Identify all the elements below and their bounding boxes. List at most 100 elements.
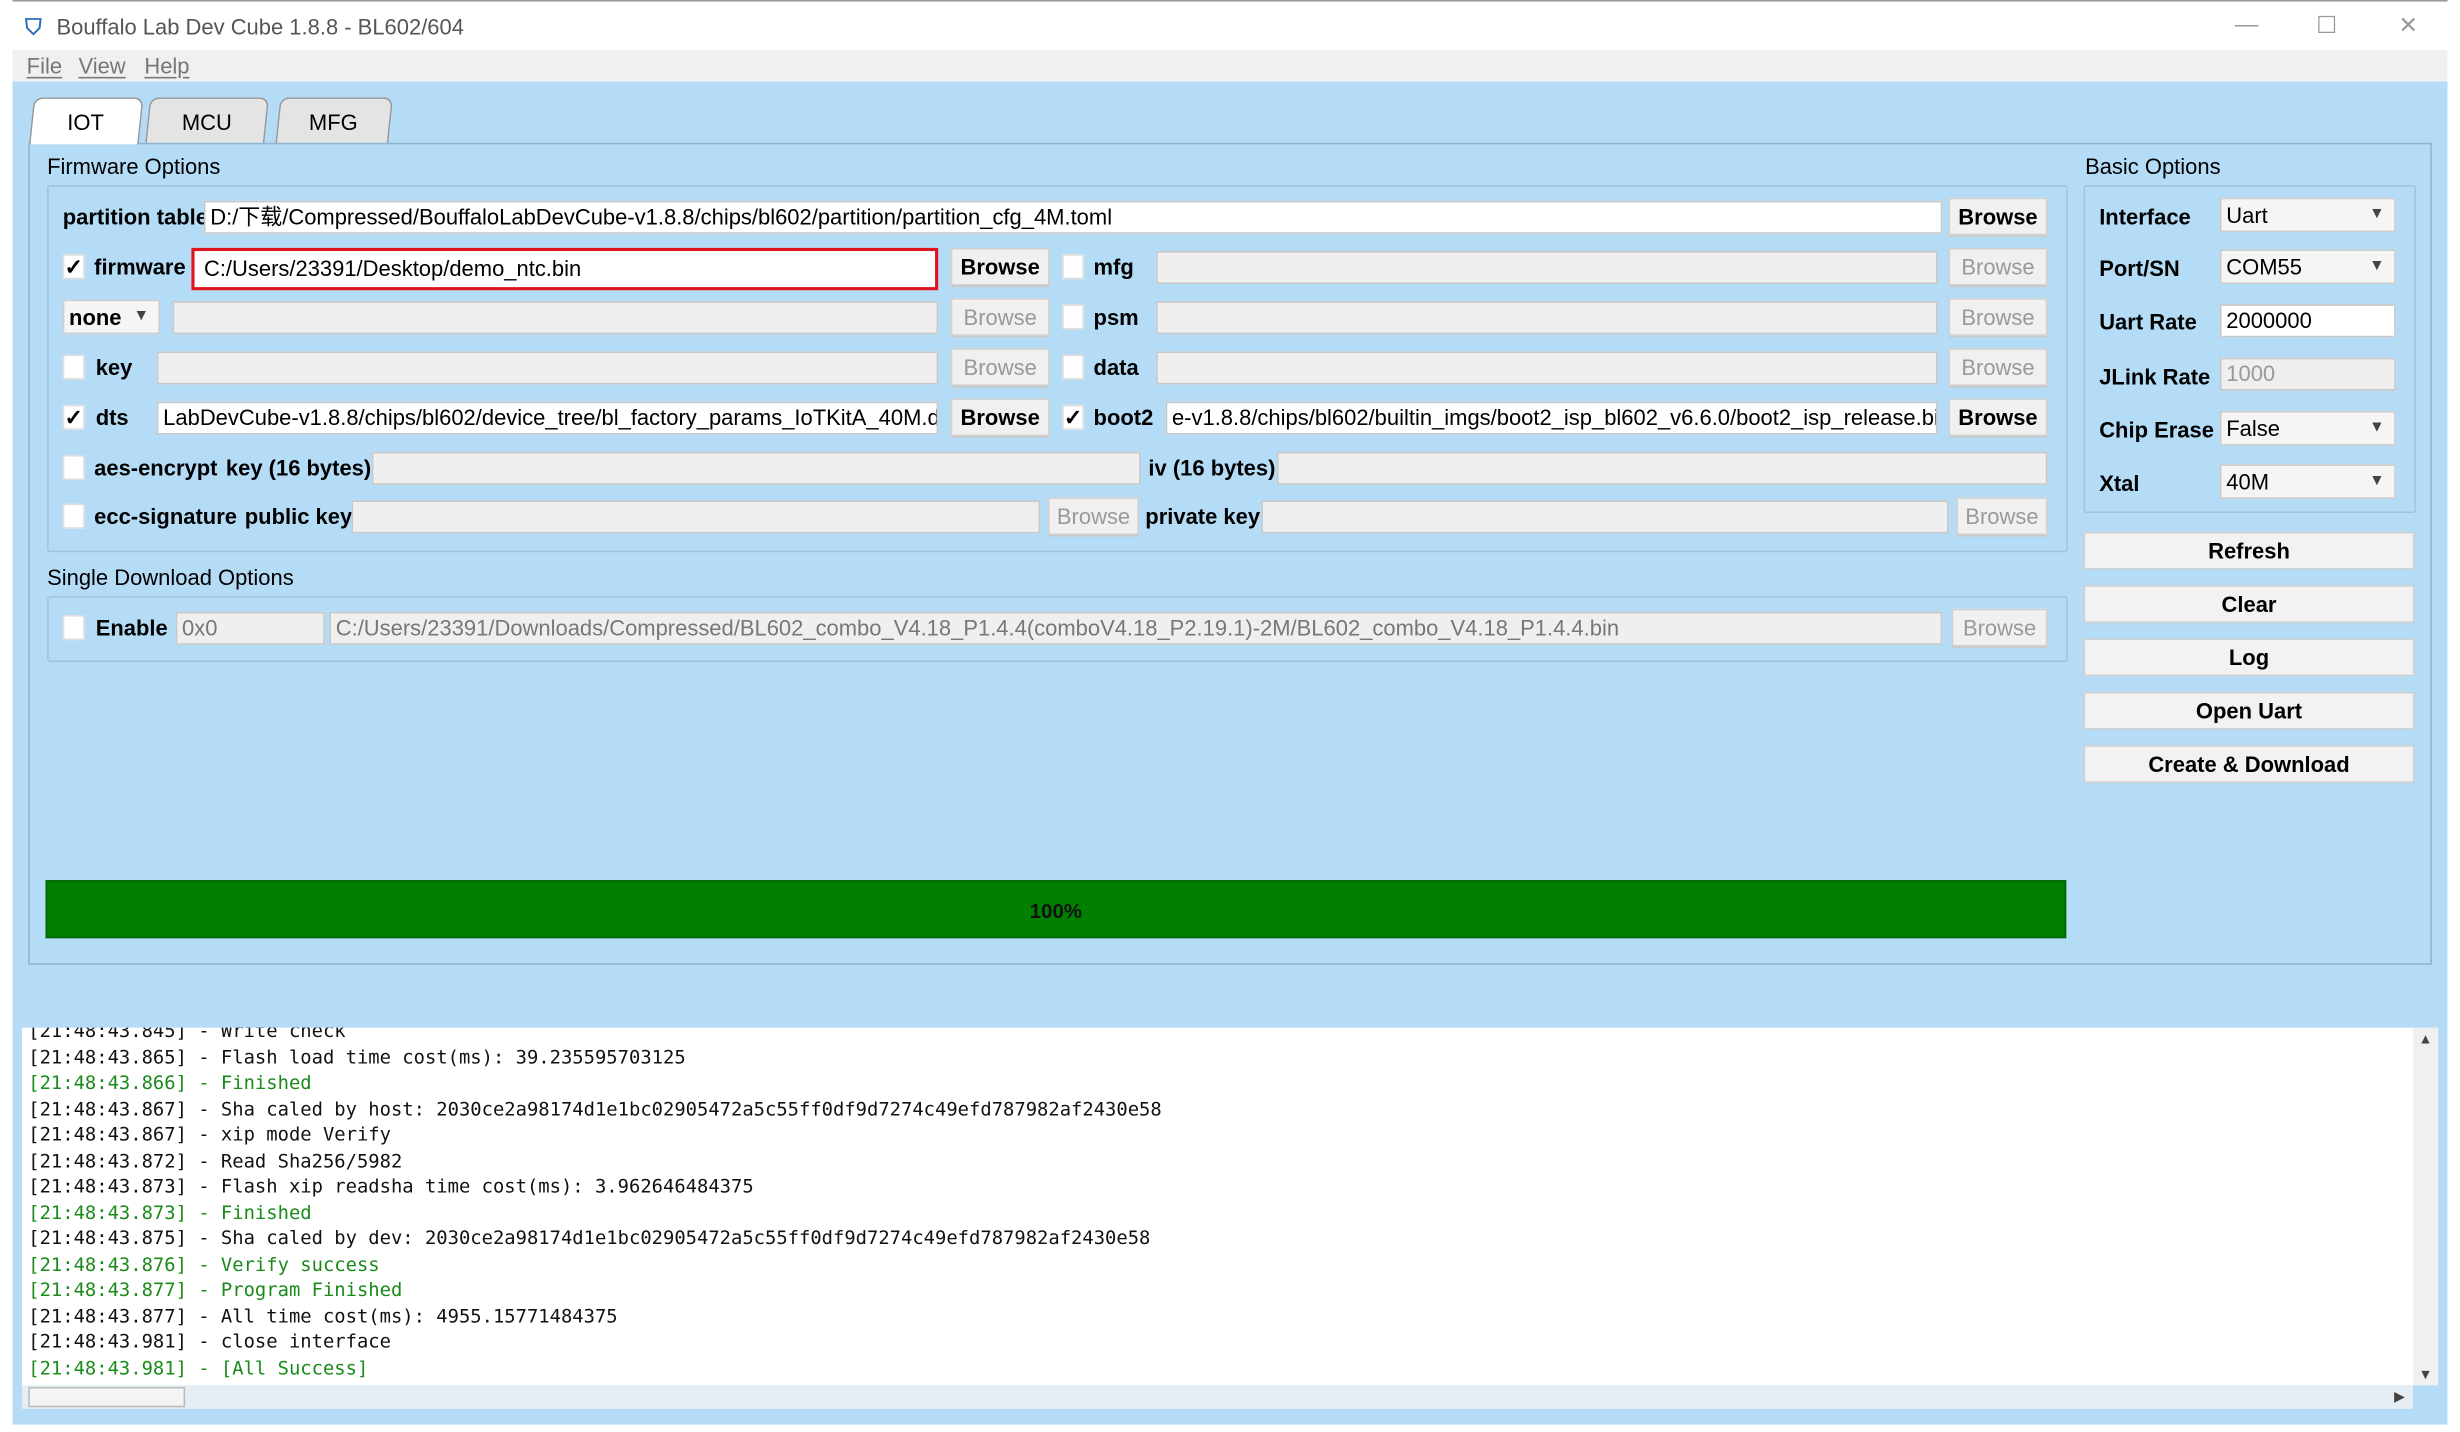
chip-erase-select[interactable]: False ▼ <box>2219 411 2396 446</box>
mfg-label: mfg <box>1093 254 1134 280</box>
private-key-input[interactable] <box>1261 500 1949 534</box>
scroll-up-icon[interactable]: ▲ <box>2413 1031 2438 1047</box>
region-browse-button[interactable]: Browse <box>950 298 1050 336</box>
interface-select[interactable]: Uart ▼ <box>2219 197 2396 233</box>
mfg-browse-button[interactable]: Browse <box>1948 247 2048 286</box>
vertical-scrollbar[interactable]: ▲ ▼ <box>2412 1027 2439 1386</box>
tab-mfg[interactable]: MFG <box>275 97 394 145</box>
psm-checkbox[interactable] <box>1062 304 1085 330</box>
uart-rate-label: Uart Rate <box>2099 309 2197 335</box>
minimize-button[interactable]: — <box>2223 11 2270 38</box>
firmware-checkbox[interactable]: ✓ <box>62 254 85 280</box>
psm-browse-button[interactable]: Browse <box>1948 298 2048 336</box>
tab-mcu[interactable]: MCU <box>145 97 270 145</box>
xtal-select[interactable]: 40M ▼ <box>2219 464 2396 499</box>
chevron-down-icon: ▼ <box>2369 472 2385 490</box>
aes-key-input[interactable] <box>371 451 1141 485</box>
chip-erase-label: Chip Erase <box>2099 417 2214 443</box>
public-key-browse-button[interactable]: Browse <box>1048 497 1140 535</box>
basic-options-title: Basic Options <box>2085 153 2221 179</box>
log-line: [21:48:43.845] - Write check <box>28 1027 346 1042</box>
uart-rate-input[interactable]: 2000000 <box>2219 304 2396 338</box>
partition-table-input[interactable]: D:/下载/Compressed/BouffaloLabDevCube-v1.8… <box>203 200 1943 234</box>
boot2-checkbox[interactable]: ✓ <box>1062 404 1085 430</box>
aes-iv-input[interactable] <box>1277 451 2048 485</box>
close-button[interactable]: ✕ <box>2385 11 2432 40</box>
log-button[interactable]: Log <box>2083 638 2415 677</box>
log-line: [21:48:43.866] - Finished <box>28 1071 312 1094</box>
menu-file[interactable]: File <box>27 53 62 78</box>
log-line: [21:48:43.981] - [All Success] <box>28 1356 369 1379</box>
title-bar: ⛉ Bouffalo Lab Dev Cube 1.8.8 - BL602/60… <box>12 0 2448 51</box>
log-line: [21:48:43.867] - Sha caled by host: 2030… <box>28 1097 1162 1120</box>
single-file-input[interactable]: C:/Users/23391/Downloads/Compressed/BL60… <box>329 611 1943 645</box>
port-select[interactable]: COM55 ▼ <box>2219 249 2396 284</box>
data-input[interactable] <box>1156 351 1938 385</box>
horizontal-scrollbar[interactable]: ◀ ▶ <box>21 1385 2413 1409</box>
progress-bar: 100% <box>45 880 2067 939</box>
open-uart-button[interactable]: Open Uart <box>2083 691 2415 730</box>
firmware-browse-button[interactable]: Browse <box>950 247 1050 286</box>
single-browse-button[interactable]: Browse <box>1951 608 2048 647</box>
log-line: [21:48:43.873] - Flash xip readsha time … <box>28 1175 754 1198</box>
interface-value: Uart <box>2226 202 2268 228</box>
log-line: [21:48:43.981] - close interface <box>28 1330 391 1353</box>
scroll-thumb[interactable] <box>28 1386 186 1408</box>
psm-input[interactable] <box>1156 301 1938 335</box>
public-key-input[interactable] <box>351 500 1041 534</box>
region-input[interactable] <box>172 301 939 335</box>
partition-table-label: partition table <box>62 203 208 230</box>
single-download-title: Single Download Options <box>47 564 294 590</box>
ecc-signature-label: ecc-signature <box>94 503 237 529</box>
menu-help[interactable]: Help <box>144 53 189 78</box>
data-browse-button[interactable]: Browse <box>1948 348 2048 386</box>
firmware-input[interactable]: C:/Users/23391/Desktop/demo_ntc.bin <box>191 247 939 291</box>
aes-encrypt-checkbox[interactable] <box>62 454 85 481</box>
firmware-label: firmware <box>94 254 186 280</box>
boot2-input[interactable]: e-v1.8.8/chips/bl602/builtin_imgs/boot2_… <box>1165 401 1938 435</box>
chip-erase-value: False <box>2226 415 2280 441</box>
region-select[interactable]: none ▼ <box>62 299 161 335</box>
private-key-label: private key <box>1145 503 1261 529</box>
aes-key-label: key (16 bytes) <box>225 454 372 481</box>
jlink-rate-label: JLink Rate <box>2099 363 2211 390</box>
ecc-signature-checkbox[interactable] <box>62 503 85 529</box>
app-logo-icon: ⛉ <box>25 14 42 40</box>
log-output[interactable]: [21:48:43.845] - Write check [21:48:43.86… <box>21 1027 2413 1386</box>
refresh-button[interactable]: Refresh <box>2083 531 2415 570</box>
key-input[interactable] <box>156 351 939 385</box>
aes-iv-label: iv (16 bytes) <box>1148 454 1276 481</box>
maximize-button[interactable]: ☐ <box>2303 11 2350 40</box>
boot2-browse-button[interactable]: Browse <box>1948 398 2048 437</box>
tab-label: MCU <box>181 109 232 135</box>
mfg-checkbox[interactable] <box>1062 254 1085 280</box>
scroll-down-icon[interactable]: ▼ <box>2413 1367 2438 1383</box>
chevron-down-icon: ▼ <box>2369 418 2385 437</box>
menu-view[interactable]: View <box>78 53 125 78</box>
create-download-button[interactable]: Create & Download <box>2083 745 2415 783</box>
log-line: [21:48:43.873] - Finished <box>28 1200 312 1223</box>
data-checkbox[interactable] <box>1062 354 1085 380</box>
dts-browse-button[interactable]: Browse <box>950 398 1050 437</box>
log-line: [21:48:43.877] - Program Finished <box>28 1278 403 1301</box>
private-key-browse-button[interactable]: Browse <box>1956 497 2048 535</box>
app-window: ⛉ Bouffalo Lab Dev Cube 1.8.8 - BL602/60… <box>0 0 2460 1432</box>
tab-iot[interactable]: IOT <box>28 97 144 145</box>
jlink-rate-input[interactable]: 1000 <box>2219 357 2396 391</box>
chevron-down-icon: ▼ <box>2369 257 2385 275</box>
scroll-right-icon[interactable]: ▶ <box>2394 1388 2405 1405</box>
clear-button[interactable]: Clear <box>2083 585 2415 623</box>
aes-encrypt-label: aes-encrypt <box>94 454 218 481</box>
chevron-down-icon: ▼ <box>133 307 150 325</box>
key-browse-button[interactable]: Browse <box>950 348 1050 386</box>
dts-checkbox[interactable]: ✓ <box>62 404 85 430</box>
data-label: data <box>1093 354 1139 380</box>
log-line: [21:48:43.875] - Sha caled by dev: 2030c… <box>28 1226 1151 1249</box>
partition-browse-button[interactable]: Browse <box>1948 197 2048 236</box>
mfg-input[interactable] <box>1156 251 1938 284</box>
address-input[interactable]: 0x0 <box>175 611 325 645</box>
key-checkbox[interactable] <box>62 354 85 380</box>
dts-input[interactable]: LabDevCube-v1.8.8/chips/bl602/device_tre… <box>156 401 939 435</box>
menu-bar: File View Help <box>12 50 2448 82</box>
enable-checkbox[interactable] <box>62 615 85 641</box>
